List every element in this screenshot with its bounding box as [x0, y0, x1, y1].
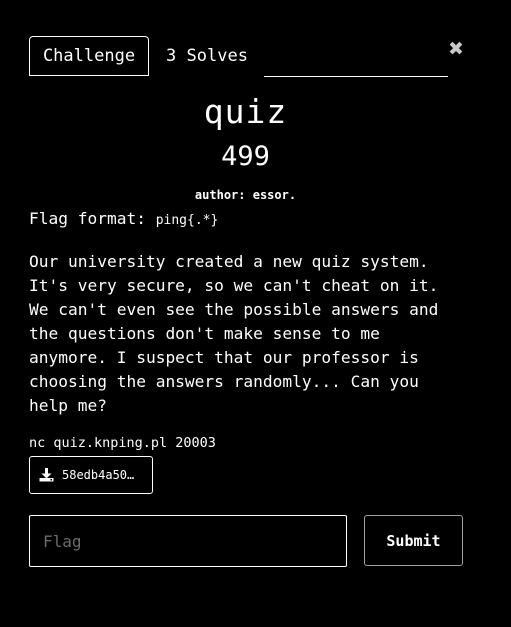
description-line: We can't even see the possible answers a… [29, 300, 439, 319]
description-line: choosing the answers randomly... Can you [29, 372, 419, 391]
challenge-points: 499 [221, 141, 270, 172]
challenge-author: author: essor. [194, 188, 297, 202]
description-line: anymore. I suspect that our professor is [29, 348, 419, 367]
description-line: Our university created a new quiz system… [29, 252, 429, 271]
connection-command: nc quiz.knping.pl 20003 [29, 435, 216, 451]
submit-button[interactable]: Submit [364, 515, 463, 566]
description-line: It's very secure, so we can't cheat on i… [29, 276, 439, 295]
file-name: 58edb4a50… [62, 468, 135, 482]
tab-divider [264, 76, 448, 77]
tab-solves[interactable]: 3 Solves [151, 36, 263, 76]
challenge-title: quiz [203, 92, 288, 131]
flag-format-label: Flag format: [29, 209, 156, 228]
challenge-description: Flag format: ping{.*} Our university cre… [29, 207, 469, 418]
flag-input[interactable] [29, 515, 347, 567]
flag-format-code: ping{.*} [155, 213, 219, 228]
description-line: help me? [29, 396, 107, 415]
description-line: the questions don't make sense to me [29, 324, 380, 343]
download-icon [39, 468, 54, 482]
flag-format-line: Flag format: ping{.*} [29, 207, 469, 233]
challenge-tabs: Challenge 3 Solves [29, 36, 448, 78]
close-icon[interactable]: ✖ [446, 38, 466, 60]
tab-challenge[interactable]: Challenge [29, 36, 149, 76]
file-download-button[interactable]: 58edb4a50… [29, 456, 153, 494]
